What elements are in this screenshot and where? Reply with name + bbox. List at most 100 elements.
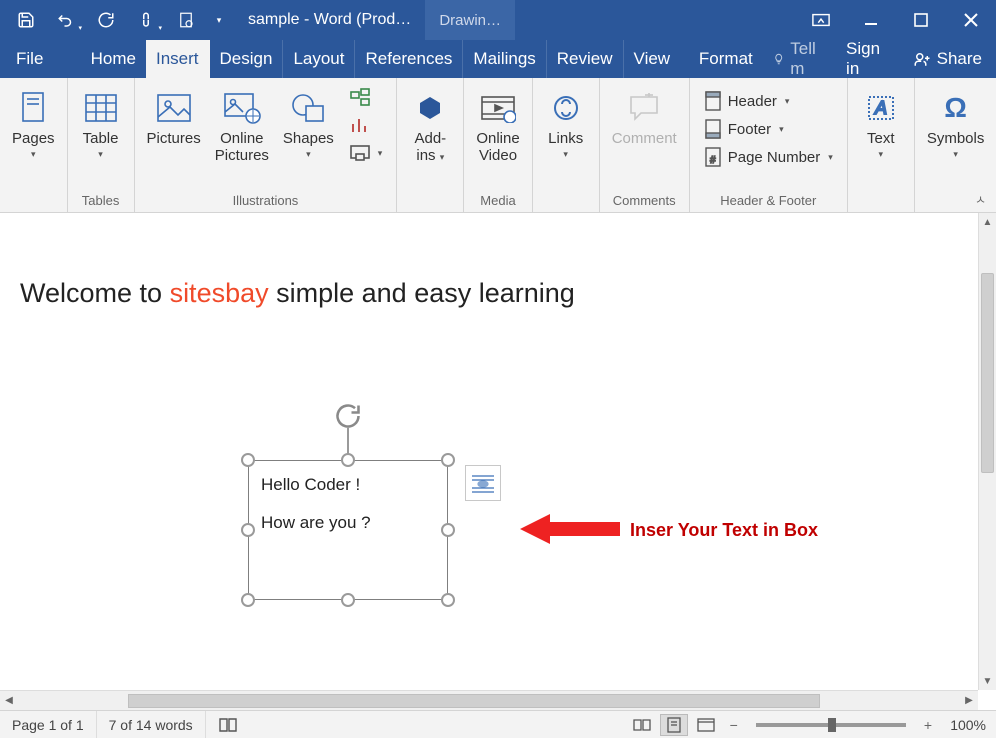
resize-handle[interactable] — [241, 523, 255, 537]
online-pictures-button[interactable]: OnlinePictures — [209, 82, 275, 165]
tab-file[interactable]: File — [0, 40, 59, 78]
symbols-label: Symbols — [927, 130, 985, 147]
web-layout-button[interactable] — [692, 714, 720, 736]
chart-icon — [350, 116, 370, 134]
header-button[interactable]: Header▾ — [700, 88, 837, 114]
page-number-button[interactable]: # Page Number▾ — [700, 144, 837, 170]
tell-me-search[interactable]: Tell m — [763, 39, 832, 79]
tab-layout[interactable]: Layout — [283, 40, 355, 78]
lightbulb-icon — [773, 50, 784, 68]
comment-button: Comment — [606, 82, 683, 147]
link-icon — [552, 94, 580, 122]
print-preview-button[interactable] — [168, 0, 204, 40]
scroll-left-button[interactable]: ◀ — [0, 695, 18, 706]
contextual-tab-label[interactable]: Drawin… — [425, 0, 515, 40]
maximize-button[interactable] — [896, 0, 946, 40]
tab-home[interactable]: Home — [81, 40, 146, 78]
share-label: Share — [937, 49, 982, 69]
pictures-button[interactable]: Pictures — [141, 82, 207, 147]
pictures-label: Pictures — [147, 130, 201, 147]
zoom-in-button[interactable]: + — [918, 717, 938, 733]
table-button[interactable]: Table ▾ — [74, 82, 128, 160]
tab-insert[interactable]: Insert — [146, 40, 210, 78]
text-label: Text — [867, 130, 895, 147]
chart-button[interactable] — [346, 112, 387, 138]
smartart-icon — [350, 88, 370, 106]
minimize-icon — [864, 13, 878, 27]
print-layout-button[interactable] — [660, 714, 688, 736]
chevron-down-icon: ▾ — [31, 149, 36, 160]
read-mode-icon — [633, 718, 651, 732]
shapes-button[interactable]: Shapes ▾ — [277, 82, 340, 160]
screenshot-button[interactable]: ▾ — [346, 140, 387, 166]
spell-check-button[interactable] — [206, 711, 250, 738]
tab-mailings[interactable]: Mailings — [463, 40, 546, 78]
vertical-scrollbar[interactable]: ▲ ▼ — [978, 213, 996, 690]
zoom-slider[interactable] — [756, 723, 906, 727]
screenshot-icon — [350, 145, 370, 161]
pages-button[interactable]: Pages ▾ — [6, 82, 61, 160]
svg-text:#: # — [710, 155, 716, 166]
touch-mode-button[interactable]: ▾ — [128, 0, 164, 40]
rotation-connector — [347, 428, 349, 454]
online-video-button[interactable]: OnlineVideo — [470, 82, 525, 165]
layout-options-button[interactable] — [465, 465, 501, 501]
minimize-button[interactable] — [846, 0, 896, 40]
ribbon-display-button[interactable] — [796, 0, 846, 40]
collapse-ribbon-button[interactable]: ㅅ — [971, 189, 990, 210]
rotation-handle[interactable] — [334, 402, 362, 430]
chevron-down-icon: ▾ — [378, 148, 383, 159]
window-title: sample - Word (Prod… — [248, 11, 411, 29]
shapes-icon — [290, 92, 326, 124]
page-number-icon: # — [704, 147, 722, 167]
text-box-content[interactable]: Hello Coder ! How are you ? — [248, 460, 448, 600]
resize-handle[interactable] — [241, 593, 255, 607]
close-button[interactable] — [946, 0, 996, 40]
zoom-slider-knob[interactable] — [828, 718, 836, 732]
save-icon — [17, 11, 35, 29]
resize-handle[interactable] — [341, 593, 355, 607]
page-indicator[interactable]: Page 1 of 1 — [0, 711, 97, 738]
scroll-right-button[interactable]: ▶ — [960, 695, 978, 706]
touch-icon — [137, 10, 155, 30]
resize-handle[interactable] — [241, 453, 255, 467]
text-button[interactable]: A Text ▾ — [854, 82, 908, 160]
textbox-line: How are you ? — [261, 513, 435, 533]
text-box-icon: A — [866, 94, 896, 122]
horizontal-scrollbar[interactable]: ◀ ▶ — [0, 690, 978, 710]
sign-in-button[interactable]: Sign in — [832, 39, 899, 79]
tab-references[interactable]: References — [355, 40, 463, 78]
symbols-button[interactable]: Ω Symbols ▾ — [921, 82, 991, 160]
save-button[interactable] — [8, 0, 44, 40]
picture-icon — [156, 93, 192, 123]
qat-customize-button[interactable]: ▾ — [208, 0, 230, 40]
resize-handle[interactable] — [341, 453, 355, 467]
document-canvas[interactable]: Welcome to sitesbay simple and easy lear… — [0, 213, 978, 690]
zoom-level[interactable]: 100% — [942, 717, 986, 733]
chevron-down-icon: ▾ — [779, 124, 784, 135]
pages-label: Pages — [12, 130, 55, 147]
scroll-thumb[interactable] — [128, 694, 820, 708]
tab-review[interactable]: Review — [547, 40, 624, 78]
share-button[interactable]: Share — [899, 49, 996, 69]
tab-format[interactable]: Format — [689, 40, 763, 78]
resize-handle[interactable] — [441, 523, 455, 537]
word-count[interactable]: 7 of 14 words — [97, 711, 206, 738]
redo-button[interactable] — [88, 0, 124, 40]
scroll-thumb[interactable] — [981, 273, 994, 473]
undo-button[interactable]: ▾ — [48, 0, 84, 40]
resize-handle[interactable] — [441, 453, 455, 467]
scroll-down-button[interactable]: ▼ — [979, 672, 996, 690]
scroll-up-button[interactable]: ▲ — [979, 213, 996, 231]
read-mode-button[interactable] — [628, 714, 656, 736]
smartart-button[interactable] — [346, 84, 387, 110]
footer-button[interactable]: Footer▾ — [700, 116, 837, 142]
resize-handle[interactable] — [441, 593, 455, 607]
chevron-down-icon: ▾ — [879, 149, 884, 160]
addins-button[interactable]: Add-ins ▾ — [403, 82, 457, 165]
tab-design[interactable]: Design — [210, 40, 284, 78]
links-button[interactable]: Links ▾ — [539, 82, 593, 160]
text-box-shape[interactable]: Hello Coder ! How are you ? — [248, 440, 448, 580]
zoom-out-button[interactable]: − — [724, 717, 744, 733]
tab-view[interactable]: View — [624, 40, 681, 78]
